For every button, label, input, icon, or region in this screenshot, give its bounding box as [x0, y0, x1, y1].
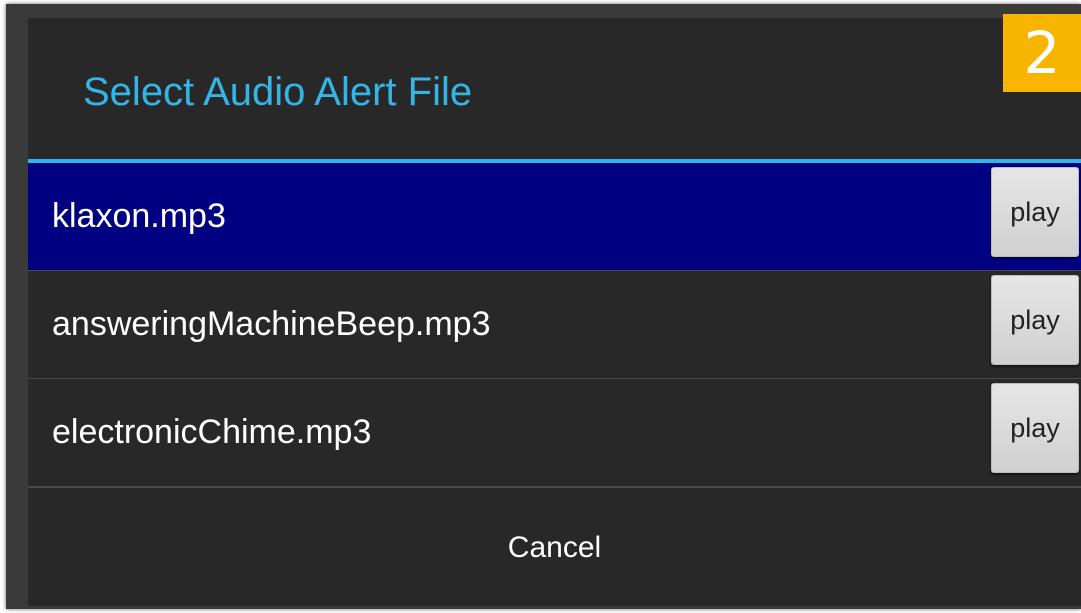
dialog-title: Select Audio Alert File	[83, 70, 473, 114]
list-item-label: klaxon.mp3	[52, 197, 226, 235]
list-item-label: answeringMachineBeep.mp3	[52, 305, 491, 343]
list-item-electronic-chime[interactable]: electronicChime.mp3 play	[28, 379, 1081, 487]
list-item-klaxon[interactable]: klaxon.mp3 play	[28, 163, 1081, 271]
play-button[interactable]: play	[991, 275, 1079, 365]
list-item-answering-machine-beep[interactable]: answeringMachineBeep.mp3 play	[28, 271, 1081, 379]
audio-file-list: klaxon.mp3 play answeringMachineBeep.mp3…	[28, 163, 1081, 487]
play-button[interactable]: play	[991, 383, 1079, 473]
screenshot-frame: Select Audio Alert File 2 klaxon.mp3 pla…	[0, 0, 1081, 613]
play-button[interactable]: play	[991, 167, 1079, 257]
step-badge: 2	[1003, 14, 1081, 92]
select-audio-dialog: Select Audio Alert File 2 klaxon.mp3 pla…	[28, 14, 1081, 606]
list-item-label: electronicChime.mp3	[52, 413, 372, 451]
cancel-button[interactable]: Cancel	[28, 488, 1081, 606]
